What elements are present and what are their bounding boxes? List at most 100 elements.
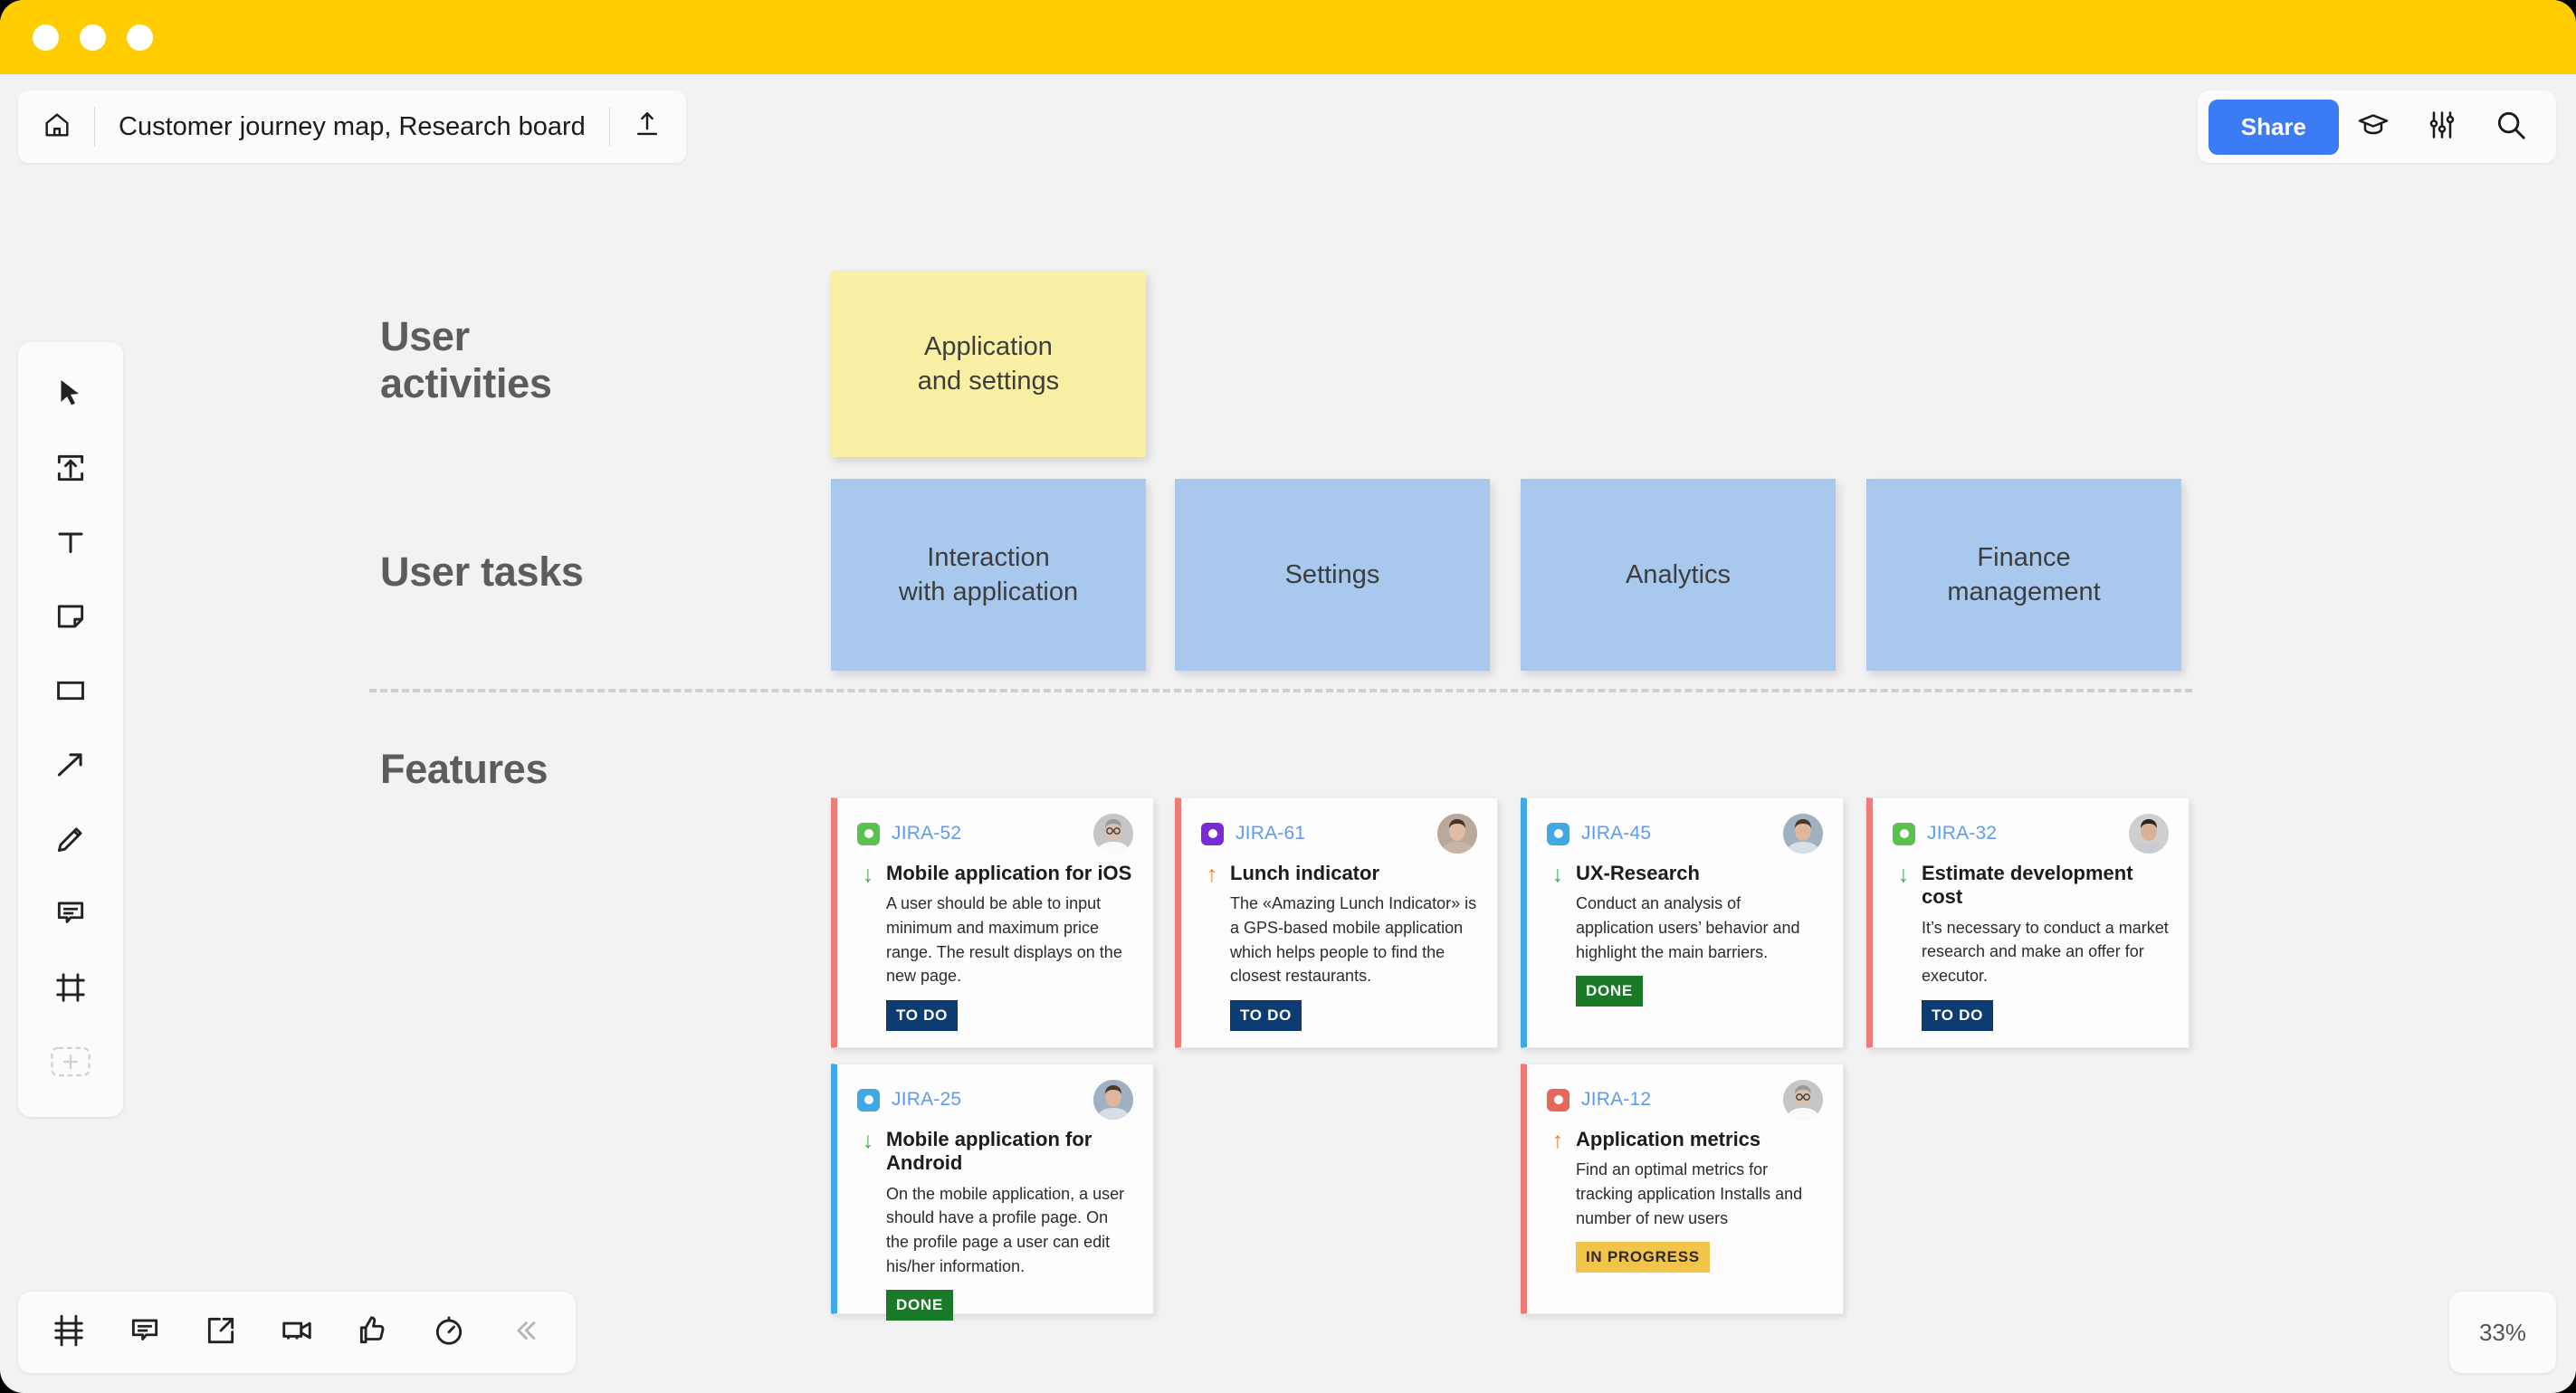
zoom-level-indicator[interactable]: 33%: [2449, 1292, 2556, 1373]
jira-card-jira-12[interactable]: JIRA-12 ↑ Application metrics Find an optim…: [1521, 1064, 1844, 1314]
search-icon: [2494, 108, 2528, 147]
upload-image-tool[interactable]: [33, 433, 108, 507]
issue-title: Lunch indicator: [1230, 862, 1379, 884]
card-body: ↑ Application metrics Find an optimal metr…: [1547, 1128, 1823, 1274]
present-button[interactable]: [183, 1294, 259, 1370]
issue-key[interactable]: JIRA-32: [1927, 823, 1997, 844]
collapse-button[interactable]: [487, 1294, 563, 1370]
shape-tool[interactable]: [33, 655, 108, 730]
issue-key[interactable]: JIRA-45: [1581, 823, 1651, 844]
avatar-man-dark-hair[interactable]: [2129, 814, 2169, 854]
issue-description: Conduct an analysis of application users…: [1576, 894, 1800, 961]
window-dot-2[interactable]: [80, 24, 106, 51]
status-badge[interactable]: TO DO: [886, 999, 959, 1031]
status-badge[interactable]: IN PROGRESS: [1576, 1242, 1710, 1274]
add-more-tool[interactable]: [33, 1026, 108, 1101]
comment-lines-icon: [128, 1313, 162, 1352]
issue-key[interactable]: JIRA-12: [1581, 1089, 1651, 1111]
export-button[interactable]: [614, 93, 681, 160]
avatar-man-glasses[interactable]: [1093, 814, 1133, 854]
upload-frame-icon: [53, 451, 88, 490]
frame-tool[interactable]: [33, 952, 108, 1026]
sticky-finance-management[interactable]: Finance management: [1866, 479, 2181, 671]
jira-card-jira-32[interactable]: JIRA-32 ↓ Estimate development cost It’s ne…: [1866, 797, 2190, 1048]
issue-title: Estimate development cost: [1922, 862, 2133, 909]
topbar-actions: Share: [2197, 91, 2556, 163]
issue-title: Mobile application for iOS: [886, 862, 1132, 884]
row-label-user-activities: User activities: [380, 313, 552, 407]
reactions-button[interactable]: [335, 1294, 411, 1370]
issue-type-icon: [857, 1088, 880, 1112]
issue-description: It’s necessary to conduct a market resea…: [1922, 918, 2169, 986]
board-canvas[interactable]: User activities User tasks Features Appli…: [0, 176, 2576, 1393]
sticky-note-tool[interactable]: [33, 581, 108, 655]
timer-clock-icon: [432, 1313, 466, 1352]
issue-type-icon: [857, 822, 880, 845]
frame-icon: [53, 970, 88, 1009]
issue-key[interactable]: JIRA-61: [1236, 823, 1305, 844]
section-divider: [369, 689, 2192, 692]
jira-card-jira-45[interactable]: JIRA-45 ↓ UX-Research Conduct an analysis o…: [1521, 797, 1844, 1048]
pen-tool[interactable]: [33, 804, 108, 878]
share-button[interactable]: Share: [2208, 99, 2339, 155]
status-badge[interactable]: TO DO: [1230, 999, 1302, 1031]
status-badge[interactable]: DONE: [886, 1290, 953, 1321]
rectangle-icon: [53, 673, 88, 712]
issue-type-icon: [1893, 822, 1915, 845]
sticky-application-and-settings[interactable]: Application and settings: [831, 271, 1146, 457]
issue-key[interactable]: JIRA-25: [892, 1089, 961, 1111]
card-body: ↓ UX-Research Conduct an analysis of appli…: [1547, 862, 1823, 1007]
jira-card-jira-61[interactable]: JIRA-61 ↑ Lunch indicator The «Amazing Lunc…: [1175, 797, 1498, 1048]
tutorial-button[interactable]: [2339, 93, 2408, 160]
home-button[interactable]: [24, 93, 91, 160]
comments-button[interactable]: [107, 1294, 183, 1370]
status-badge[interactable]: TO DO: [1922, 999, 1994, 1031]
window-dot-3[interactable]: [127, 24, 153, 51]
sticky-settings[interactable]: Settings: [1175, 479, 1490, 671]
issue-type-icon: [1201, 822, 1224, 845]
timer-button[interactable]: [411, 1294, 487, 1370]
card-body: ↓ Mobile application for Android On the mo…: [857, 1128, 1133, 1321]
issue-title: UX-Research: [1576, 862, 1700, 884]
card-header: JIRA-32: [1893, 814, 2169, 854]
export-upload-icon: [632, 110, 663, 145]
present-external-icon: [204, 1313, 238, 1352]
text-t-icon: [54, 526, 87, 563]
jira-card-jira-25[interactable]: JIRA-25 ↓ Mobile application for Android On…: [831, 1064, 1154, 1321]
cursor-select-tool[interactable]: [33, 358, 108, 433]
card-header: JIRA-52: [857, 814, 1133, 854]
arrow-tool[interactable]: [33, 730, 108, 804]
sticky-interaction-with-application[interactable]: Interaction with application: [831, 479, 1146, 671]
card-body: ↓ Estimate development cost It’s necessary…: [1893, 862, 2169, 1031]
search-button[interactable]: [2476, 93, 2545, 160]
issue-description: On the mobile application, a user should…: [886, 1184, 1125, 1275]
issue-title: Mobile application for Android: [886, 1128, 1092, 1175]
app-window: Customer journey map, Research board Sha…: [0, 0, 2576, 1393]
priority-up-icon: ↑: [1551, 1128, 1564, 1153]
card-body: ↓ Mobile application for iOS A user should…: [857, 862, 1133, 1031]
page-title: Customer journey map, Research board: [119, 111, 586, 141]
avatar-man-outdoors[interactable]: [1783, 814, 1823, 854]
row-label-user-tasks: User tasks: [380, 549, 584, 595]
jira-card-jira-52[interactable]: JIRA-52 ↓ Mobile application for iOS A user…: [831, 797, 1154, 1048]
video-camera-icon: [280, 1313, 314, 1352]
comment-tool[interactable]: [33, 878, 108, 952]
avatar-woman-brown-hair[interactable]: [1437, 814, 1477, 854]
video-chat-button[interactable]: [259, 1294, 335, 1370]
issue-type-icon: [1547, 1088, 1569, 1112]
card-header: JIRA-61: [1201, 814, 1477, 854]
status-badge[interactable]: DONE: [1576, 976, 1643, 1007]
sticky-analytics[interactable]: Analytics: [1521, 479, 1836, 671]
frames-panel-button[interactable]: [31, 1294, 107, 1370]
window-dot-1[interactable]: [33, 24, 59, 51]
text-tool[interactable]: [33, 507, 108, 581]
card-header: JIRA-25: [857, 1080, 1133, 1120]
home-icon: [42, 110, 72, 145]
avatar-man-glasses[interactable]: [1783, 1080, 1823, 1120]
issue-key[interactable]: JIRA-52: [892, 823, 961, 844]
avatar-man-outdoors[interactable]: [1093, 1080, 1133, 1120]
thumbs-up-icon: [356, 1313, 390, 1352]
header-divider-1: [94, 107, 95, 147]
settings-button[interactable]: [2408, 93, 2476, 160]
priority-down-icon: ↓: [1897, 862, 1910, 887]
